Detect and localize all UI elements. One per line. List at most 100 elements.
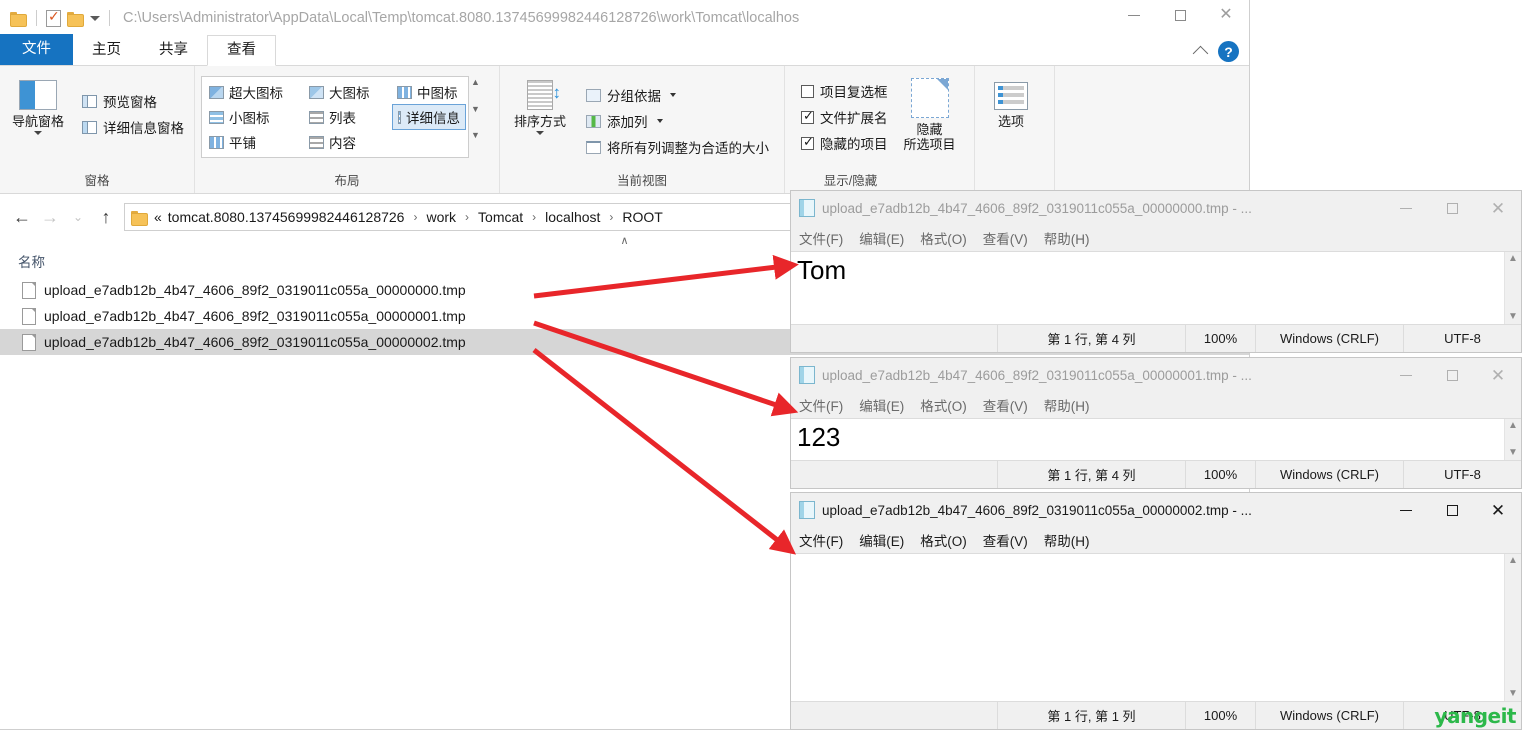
breadcrumb-item-3[interactable]: localhost bbox=[545, 209, 600, 225]
maximize-button[interactable] bbox=[1157, 0, 1203, 30]
notepad-3-minimize-button[interactable] bbox=[1383, 494, 1429, 526]
up-button[interactable]: ↑ bbox=[92, 207, 120, 228]
notepad-1-menu-view[interactable]: 查看(V) bbox=[983, 228, 1028, 248]
sort-by-button[interactable]: 排序方式 bbox=[500, 72, 580, 135]
scroll-down-icon[interactable]: ▼ bbox=[471, 104, 480, 114]
breadcrumb-item-0[interactable]: tomcat.8080.13745699982446128726 bbox=[168, 209, 405, 225]
group-by-button[interactable]: 分组依据 bbox=[580, 82, 775, 108]
notepad-window-3[interactable]: upload_e7adb12b_4b47_4606_89f2_0319011c0… bbox=[790, 492, 1522, 730]
tab-home[interactable]: 主页 bbox=[73, 36, 140, 65]
view-content[interactable]: 内容 bbox=[304, 130, 392, 154]
properties-icon[interactable] bbox=[46, 8, 61, 27]
breadcrumb-separator-1[interactable]: › bbox=[462, 210, 472, 224]
scroll-up-icon[interactable]: ▲ bbox=[1508, 556, 1518, 566]
notepad-1-maximize-button[interactable] bbox=[1429, 192, 1475, 224]
ribbon: 导航窗格 预览窗格 详细信息窗格 窗格 超大图标 大图标 中图标 小图标 列表 … bbox=[0, 66, 1249, 194]
hidden-items-checkbox[interactable] bbox=[801, 134, 814, 150]
hide-selected-items-button[interactable]: 隐藏 所选项目 bbox=[894, 72, 966, 152]
navigation-pane-button[interactable]: 导航窗格 bbox=[0, 72, 76, 135]
notepad-1-close-button[interactable]: ✕ bbox=[1475, 192, 1521, 224]
notepad-3-menu-edit[interactable]: 编辑(E) bbox=[859, 530, 904, 550]
notepad-2-scrollbar[interactable]: ▲ ▼ bbox=[1504, 419, 1521, 460]
notepad-3-menu-format[interactable]: 格式(O) bbox=[920, 530, 967, 550]
recent-locations-button[interactable]: ⌄ bbox=[64, 210, 92, 224]
breadcrumb-item-1[interactable]: work bbox=[426, 209, 456, 225]
expand-gallery-icon[interactable]: ▼ bbox=[471, 131, 480, 140]
file-extensions-checkbox[interactable] bbox=[801, 108, 814, 124]
tab-share[interactable]: 共享 bbox=[140, 36, 207, 65]
sort-chevron-down-icon[interactable] bbox=[536, 131, 544, 135]
notepad-3-text-area[interactable] bbox=[791, 554, 1504, 701]
view-list[interactable]: 列表 bbox=[304, 104, 392, 130]
breadcrumb-item-2[interactable]: Tomcat bbox=[478, 209, 523, 225]
view-gallery-scroll[interactable]: ▲ ▼ ▼ bbox=[471, 78, 480, 140]
view-medium-icons[interactable]: 中图标 bbox=[392, 80, 466, 104]
breadcrumb-overflow[interactable]: « bbox=[154, 209, 162, 225]
close-button[interactable]: ✕ bbox=[1203, 0, 1249, 30]
notepad-2-minimize-button[interactable] bbox=[1383, 359, 1429, 391]
view-extra-large-icons[interactable]: 超大图标 bbox=[204, 80, 304, 104]
item-checkboxes-checkbox[interactable] bbox=[801, 84, 814, 98]
options-button[interactable]: 选项 bbox=[975, 72, 1047, 129]
notepad-3-menu-file[interactable]: 文件(F) bbox=[799, 530, 843, 550]
notepad-2-menu-format[interactable]: 格式(O) bbox=[920, 395, 967, 415]
folder-icon[interactable] bbox=[10, 11, 27, 27]
notepad-window-1[interactable]: upload_e7adb12b_4b47_4606_89f2_0319011c0… bbox=[790, 190, 1522, 353]
details-pane-button[interactable]: 详细信息窗格 bbox=[76, 114, 190, 140]
notepad-window-2[interactable]: upload_e7adb12b_4b47_4606_89f2_0319011c0… bbox=[790, 357, 1522, 489]
hidden-items-option[interactable]: 隐藏的项目 bbox=[795, 130, 894, 156]
notepad-2-text-area[interactable]: 123 bbox=[791, 419, 1504, 460]
notepad-1-minimize-button[interactable] bbox=[1383, 192, 1429, 224]
scroll-up-icon[interactable]: ▲ bbox=[1508, 421, 1518, 431]
back-button[interactable]: ← bbox=[8, 207, 36, 228]
tab-file[interactable]: 文件 bbox=[0, 34, 73, 65]
breadcrumb-item-4[interactable]: ROOT bbox=[622, 209, 662, 225]
notepad-1-scrollbar[interactable]: ▲ ▼ bbox=[1504, 252, 1521, 324]
preview-pane-button[interactable]: 预览窗格 bbox=[76, 88, 190, 114]
notepad-2-menu-view[interactable]: 查看(V) bbox=[983, 395, 1028, 415]
notepad-2-menu-file[interactable]: 文件(F) bbox=[799, 395, 843, 415]
collapse-ribbon-icon[interactable] bbox=[1192, 45, 1209, 62]
notepad-1-menu-format[interactable]: 格式(O) bbox=[920, 228, 967, 248]
add-columns-chevron-down-icon[interactable] bbox=[656, 119, 663, 123]
notepad-1-menu-help[interactable]: 帮助(H) bbox=[1044, 228, 1090, 248]
notepad-3-close-button[interactable]: ✕ bbox=[1475, 494, 1521, 526]
notepad-2-close-button[interactable]: ✕ bbox=[1475, 359, 1521, 391]
notepad-3-menu-help[interactable]: 帮助(H) bbox=[1044, 530, 1090, 550]
tab-view[interactable]: 查看 bbox=[207, 35, 276, 66]
notepad-1-menu-edit[interactable]: 编辑(E) bbox=[859, 228, 904, 248]
breadcrumb-separator-3[interactable]: › bbox=[606, 210, 616, 224]
view-tiles[interactable]: 平铺 bbox=[204, 130, 304, 154]
scroll-up-icon[interactable]: ▲ bbox=[1508, 254, 1518, 264]
group-by-chevron-down-icon[interactable] bbox=[670, 93, 676, 97]
help-icon[interactable]: ? bbox=[1218, 41, 1239, 62]
view-large-icons[interactable]: 大图标 bbox=[304, 80, 392, 104]
minimize-button[interactable] bbox=[1111, 0, 1157, 30]
breadcrumb-separator-0[interactable]: › bbox=[410, 210, 420, 224]
notepad-3-maximize-button[interactable] bbox=[1429, 494, 1475, 526]
notepad-2-menu-help[interactable]: 帮助(H) bbox=[1044, 395, 1090, 415]
size-columns-to-fit-button[interactable]: 将所有列调整为合适的大小 bbox=[580, 134, 775, 160]
add-columns-button[interactable]: 添加列 bbox=[580, 108, 775, 134]
scroll-down-icon[interactable]: ▼ bbox=[1508, 689, 1518, 699]
scroll-down-icon[interactable]: ▼ bbox=[1508, 448, 1518, 458]
notepad-1-zoom-level: 100% bbox=[1185, 325, 1255, 352]
view-small-icons[interactable]: 小图标 bbox=[204, 104, 304, 130]
file-extensions-option[interactable]: 文件扩展名 bbox=[795, 104, 894, 130]
forward-button[interactable]: → bbox=[36, 207, 64, 228]
item-checkboxes-option[interactable]: 项目复选框 bbox=[795, 78, 894, 104]
notepad-1-menu-file[interactable]: 文件(F) bbox=[799, 228, 843, 248]
chevron-down-icon[interactable] bbox=[34, 131, 42, 135]
notepad-3-scrollbar[interactable]: ▲ ▼ bbox=[1504, 554, 1521, 701]
notepad-2-menu-edit[interactable]: 编辑(E) bbox=[859, 395, 904, 415]
breadcrumb-separator-2[interactable]: › bbox=[529, 210, 539, 224]
notepad-3-menu-view[interactable]: 查看(V) bbox=[983, 530, 1028, 550]
notepad-2-maximize-button[interactable] bbox=[1429, 359, 1475, 391]
file-icon bbox=[22, 307, 36, 325]
scroll-up-icon[interactable]: ▲ bbox=[471, 78, 480, 87]
view-details[interactable]: 详细信息 bbox=[392, 104, 466, 130]
notepad-1-text-area[interactable]: Tom bbox=[791, 252, 1504, 324]
customize-dropdown-icon[interactable] bbox=[90, 15, 100, 21]
new-folder-icon[interactable] bbox=[67, 11, 84, 27]
scroll-down-icon[interactable]: ▼ bbox=[1508, 312, 1518, 322]
